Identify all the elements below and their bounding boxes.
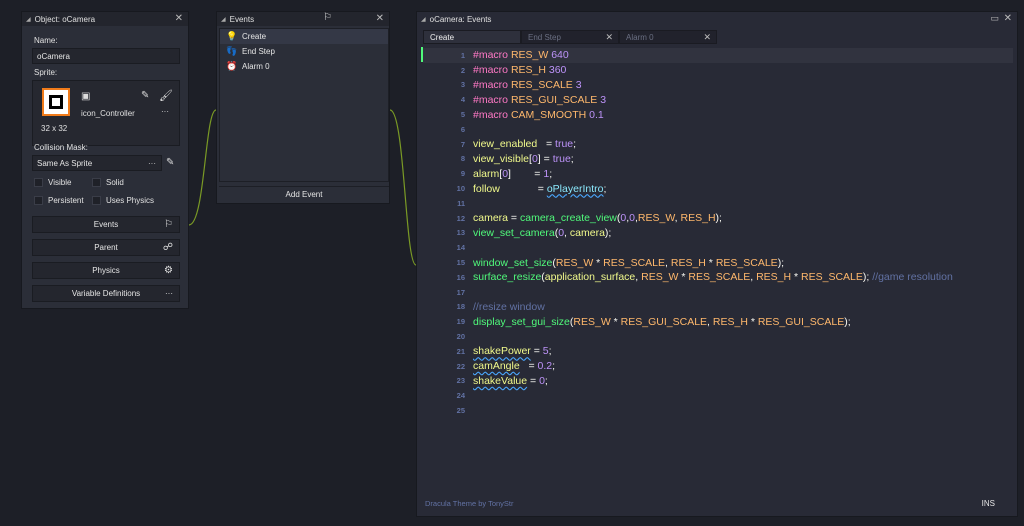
code-line: 3 #macro RES_SCALE 3	[460, 78, 582, 91]
code-line: 21 shakePower = 5;	[456, 345, 552, 358]
code-area[interactable]: 1 #macro RES_W 640 2 #macro RES_H 360 3 #ma…	[423, 48, 1013, 418]
code-line: 15 window_set_size(RES_W * RES_SCALE, RES…	[456, 256, 785, 269]
code-line: 13 view_set_camera(0, camera);	[456, 226, 612, 239]
event-label: Alarm 0	[242, 62, 270, 71]
code-line: 10 follow = oPlayerIntro;	[456, 182, 607, 195]
editor-status-bar: Dracula Theme by TonyStr INS	[417, 490, 1017, 516]
code-line: 11	[457, 198, 465, 208]
tab-end-step[interactable]: End Step ✕	[521, 30, 619, 44]
code-line: 12 camera = camera_create_view(0,0,RES_W,…	[456, 212, 722, 225]
editor-titlebar[interactable]: ◢ oCamera: Events ▭ ✕	[417, 12, 1017, 26]
code-line: 23 shakeValue = 0;	[456, 374, 548, 387]
events-panel: ◢ Events ⚐ ✕ 💡 Create 👣 End Step ⏰ Alarm…	[216, 11, 390, 204]
code-line: 2 #macro RES_H 360	[460, 64, 567, 77]
code-line: 20	[456, 332, 465, 342]
code-line: 25	[456, 406, 465, 416]
events-panel-titlebar[interactable]: ◢ Events ⚐ ✕	[217, 12, 389, 26]
tab-alarm-0[interactable]: Alarm 0 ✕	[619, 30, 717, 44]
code-line: 8 view_visible[0] = true;	[460, 152, 574, 165]
event-item-create[interactable]: 💡 Create	[220, 29, 388, 44]
editor-title: oCamera: Events	[429, 14, 492, 24]
code-line: 24	[456, 391, 465, 401]
maximize-icon[interactable]: ▭	[990, 13, 999, 24]
close-icon[interactable]: ✕	[1004, 13, 1012, 24]
code-line: 17	[456, 287, 465, 297]
tab-label: Alarm 0	[626, 32, 654, 42]
collapse-icon[interactable]: ◢	[421, 16, 426, 23]
code-line: 14	[456, 243, 465, 253]
code-line: 22 camAngle = 0.2;	[456, 360, 556, 373]
code-line: 4 #macro RES_GUI_SCALE 3	[460, 93, 607, 106]
alarm-clock-icon: ⏰	[226, 61, 238, 71]
flag-icon[interactable]: ⚐	[323, 12, 332, 23]
code-line: 19 display_set_gui_size(RES_W * RES_GUI_S…	[456, 315, 851, 328]
lightbulb-icon: 💡	[226, 31, 238, 41]
event-label: End Step	[242, 47, 275, 56]
code-line: 16 surface_resize(application_surface, RE…	[456, 271, 953, 284]
tab-label: Create	[430, 32, 455, 42]
insert-mode-indicator: INS	[981, 498, 995, 508]
event-item-end-step[interactable]: 👣 End Step	[220, 44, 388, 59]
close-tab-icon[interactable]: ✕	[605, 32, 613, 43]
close-tab-icon[interactable]: ✕	[703, 32, 711, 43]
collapse-icon[interactable]: ◢	[221, 16, 226, 23]
code-editor-panel: ◢ oCamera: Events ▭ ✕ Create End Step ✕ A…	[416, 11, 1018, 517]
code-line: 6	[460, 124, 465, 134]
events-panel-title: Events	[229, 14, 255, 24]
tab-label: End Step	[528, 32, 561, 42]
event-label: Create	[242, 32, 267, 41]
code-line: 1 #macro RES_W 640	[423, 48, 1013, 63]
footsteps-icon: 👣	[226, 46, 238, 56]
events-list: 💡 Create 👣 End Step ⏰ Alarm 0	[219, 28, 389, 182]
add-event-button[interactable]: Add Event	[219, 186, 389, 202]
code-line: 18//resize window	[456, 300, 545, 313]
event-item-alarm-0[interactable]: ⏰ Alarm 0	[220, 59, 388, 74]
code-line: 5 #macro CAM_SMOOTH 0.1	[460, 108, 604, 121]
editor-tabs: Create End Step ✕ Alarm 0 ✕	[423, 30, 717, 44]
tab-create[interactable]: Create	[423, 30, 521, 44]
code-line: 9 alarm[0] = 1;	[460, 167, 553, 180]
code-line: 7 view_enabled = true;	[460, 138, 577, 151]
theme-credit: Dracula Theme by TonyStr	[425, 498, 514, 508]
close-icon[interactable]: ✕	[376, 13, 384, 24]
